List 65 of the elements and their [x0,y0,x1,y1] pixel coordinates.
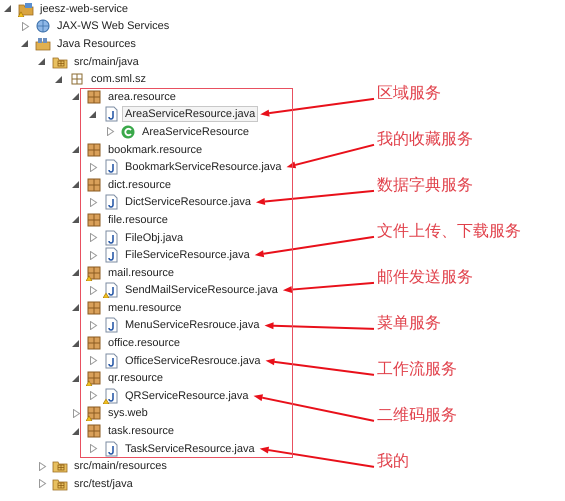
tree-item[interactable]: OfficeServiceResrouce.java [122,352,264,369]
tree-item[interactable]: bookmark.resource [105,142,206,158]
tree-item[interactable]: MenuServiceResrouce.java [122,317,263,334]
collapse-toggle[interactable] [72,145,81,154]
tree-item[interactable]: QRServiceResource.java [122,388,252,404]
expand-toggle[interactable] [89,250,98,260]
annotation-label: 区域服务 [377,84,442,104]
collapse-toggle[interactable] [72,303,81,312]
collapse-toggle[interactable] [21,39,30,48]
collapse-toggle[interactable] [72,92,81,102]
tree-item[interactable]: JAX-WS Web Services [54,18,172,34]
tree-item[interactable]: jeesz-web-service [37,0,132,17]
collapse-toggle[interactable] [72,374,81,383]
annotation-label: 数据字典服务 [377,176,474,196]
expand-toggle[interactable] [89,356,98,366]
collapse-toggle[interactable] [55,74,64,84]
expand-toggle[interactable] [38,462,47,471]
expand-toggle[interactable] [106,127,115,136]
collapse-toggle[interactable] [89,110,98,119]
expand-toggle[interactable] [89,286,98,295]
tree-item[interactable]: menu.resource [105,300,184,316]
expand-toggle[interactable] [38,479,47,488]
tree-item[interactable]: DictServiceResource.java [122,194,254,210]
tree-item[interactable]: FileObj.java [122,230,186,246]
collapse-toggle[interactable] [72,180,81,190]
tree-item[interactable]: src/main/resources [71,458,170,474]
expand-toggle[interactable] [89,233,98,242]
expand-toggle[interactable] [89,162,98,172]
tree-item[interactable]: sys.web [105,405,151,422]
expand-toggle[interactable] [72,408,81,418]
tree-item[interactable]: dict.resource [105,176,174,193]
tree-item[interactable]: FileServiceResource.java [122,247,253,264]
tree-item[interactable]: task.resource [105,423,178,440]
collapse-toggle[interactable] [72,215,81,224]
tree-item[interactable]: file.resource [105,212,171,228]
tree-item[interactable]: AreaServiceResource.java [122,106,258,122]
tree-item[interactable]: area.resource [105,88,179,105]
tree-item[interactable]: Java Resources [54,36,139,52]
collapse-toggle[interactable] [72,426,81,436]
expand-toggle[interactable] [89,444,98,454]
tree-item[interactable]: src/test/java [71,476,136,492]
collapse-toggle[interactable] [72,268,81,278]
tree-item[interactable]: BookmarkServiceResource.java [122,159,285,176]
tree-item[interactable]: TaskServiceResource.java [122,440,258,457]
annotation-label: 菜单服务 [377,314,442,334]
annotation-label: 我的 [377,452,410,472]
annotation-label: 二维码服务 [377,406,458,426]
collapse-toggle[interactable] [4,4,13,14]
tree-item[interactable]: src/main/java [71,54,142,70]
tree-item[interactable]: mail.resource [105,264,178,281]
collapse-toggle[interactable] [72,338,81,348]
annotation-label: 工作流服务 [377,360,458,380]
expand-toggle[interactable] [21,22,30,31]
tree-item[interactable]: com.sml.sz [88,71,149,88]
collapse-toggle[interactable] [38,57,47,66]
expand-toggle[interactable] [89,320,98,330]
tree-item[interactable]: qr.resource [105,370,166,386]
expand-toggle[interactable] [89,198,98,207]
expand-toggle[interactable] [89,391,98,400]
annotation-label: 邮件发送服务 [377,268,474,288]
tree-item[interactable]: AreaServiceResource [139,124,252,140]
annotation-label: 文件上传、下载服务 [377,222,521,242]
tree-item[interactable]: SendMailServiceResource.java [122,282,281,298]
annotation-label: 我的收藏服务 [377,130,474,150]
tree-item[interactable]: office.resource [105,335,183,352]
